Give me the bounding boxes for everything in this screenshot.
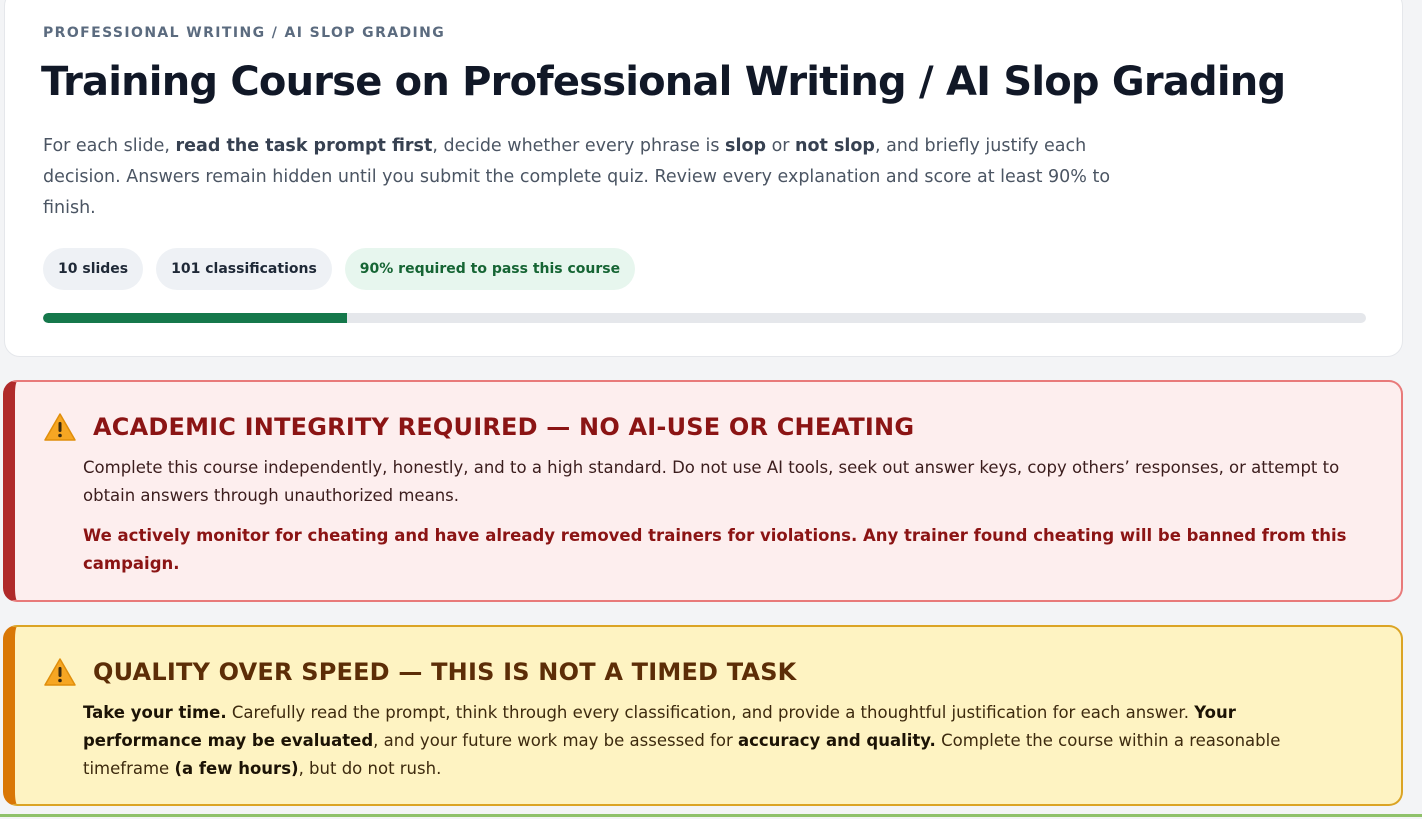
intro-text: For each slide,: [43, 136, 176, 156]
quality-notice-body: Take your time. Carefully read the promp…: [83, 699, 1353, 783]
next-section-border: [0, 814, 1422, 817]
integrity-notice-title: ACADEMIC INTEGRITY REQUIRED — NO AI-USE …: [93, 413, 915, 441]
course-stats: 10 slides 101 classifications 90% requir…: [43, 248, 636, 290]
course-intro: For each slide, read the task prompt fir…: [43, 131, 1123, 224]
quality-text: , and your future work may be assessed f…: [373, 731, 738, 750]
integrity-notice-warning: We actively monitor for cheating and hav…: [83, 526, 1347, 573]
course-progress-bar: [43, 313, 1366, 323]
integrity-notice-header: ACADEMIC INTEGRITY REQUIRED — NO AI-USE …: [43, 412, 914, 442]
quality-text: Carefully read the prompt, think through…: [226, 703, 1195, 722]
warning-icon: [44, 413, 76, 441]
intro-emphasis: read the task prompt first: [175, 136, 433, 156]
intro-text: or: [766, 136, 796, 156]
integrity-notice-body: Complete this course independently, hone…: [83, 458, 1340, 505]
pass-requirement-badge: 90% required to pass this course: [344, 248, 636, 290]
quality-notice-header: QUALITY OVER SPEED — THIS IS NOT A TIMED…: [43, 657, 796, 687]
classifications-count-badge: 101 classifications: [156, 248, 332, 290]
quality-emphasis: Take your time.: [83, 703, 227, 722]
intro-emphasis: slop: [725, 136, 766, 156]
quality-emphasis: (a few hours): [174, 759, 299, 778]
intro-emphasis: not slop: [795, 136, 875, 156]
academic-integrity-notice: ACADEMIC INTEGRITY REQUIRED — NO AI-USE …: [3, 380, 1403, 602]
quality-text: , but do not rush.: [298, 759, 442, 778]
quality-notice-title: QUALITY OVER SPEED — THIS IS NOT A TIMED…: [93, 658, 797, 686]
progress-fill: [43, 313, 348, 323]
page-title: Training Course on Professional Writing …: [41, 59, 1286, 105]
quality-over-speed-notice: QUALITY OVER SPEED — THIS IS NOT A TIMED…: [3, 625, 1403, 806]
quality-emphasis: accuracy and quality.: [737, 731, 936, 750]
course-eyebrow: PROFESSIONAL WRITING / AI SLOP GRADING: [43, 25, 446, 41]
course-header-card: PROFESSIONAL WRITING / AI SLOP GRADING T…: [4, 0, 1403, 357]
warning-icon: [44, 658, 76, 686]
intro-text: , decide whether every phrase is: [432, 136, 726, 156]
slides-count-badge: 10 slides: [43, 248, 144, 290]
